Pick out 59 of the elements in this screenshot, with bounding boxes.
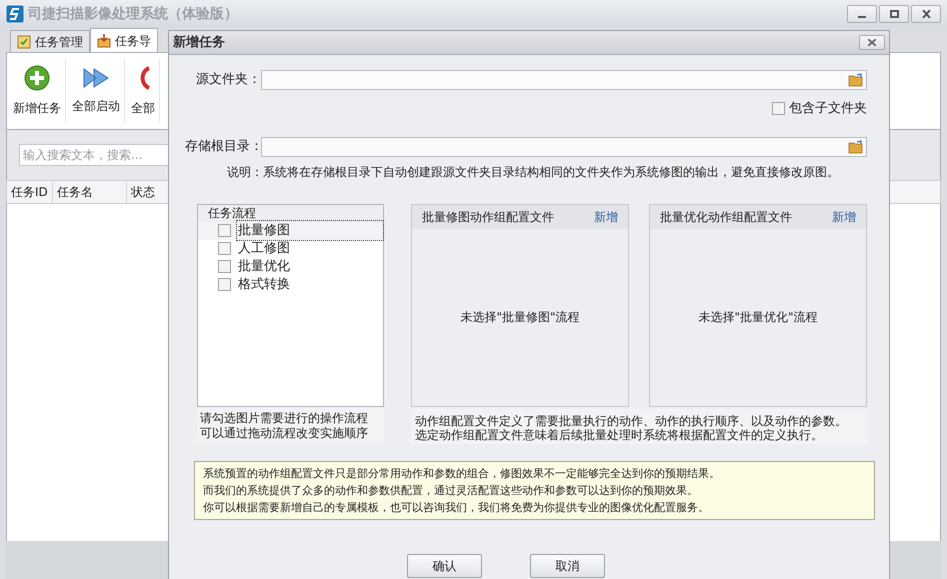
close-icon (868, 39, 876, 46)
workflow-item[interactable]: 人工修图 (198, 240, 383, 258)
hint-text: 请勾选图片需要进行的操作流程 (200, 410, 369, 426)
inbox-icon (97, 33, 111, 48)
window-title: 司捷扫描影像处理系统（体验版） (28, 4, 238, 24)
toolbar-button[interactable]: 全部启动 (68, 59, 125, 123)
workflow-item[interactable]: 格式转换 (198, 276, 383, 294)
checkbox[interactable] (218, 242, 231, 255)
workflow-label: 批量修图 (237, 220, 383, 240)
folder-icon[interactable] (848, 73, 864, 87)
tip-text: 你可以根据需要新增自己的专属模板，也可以咨询我们，我们将免费为你提供专业的图像优化配置服务。 (203, 500, 710, 516)
panel-title: 任务流程 (198, 204, 383, 222)
hint-text: 动作组配置文件定义了需要批量执行的动作、动作的执行顺序、以及动作的参数。 (415, 414, 848, 428)
panel-title: 批量修图动作组配置文件 (422, 208, 554, 226)
empty-message: 未选择"批量优化"流程 (698, 309, 818, 326)
hint-text: 可以通过拖动流程改变实施顺序 (200, 426, 369, 440)
minimize-button[interactable] (847, 5, 877, 23)
checkbox[interactable] (218, 260, 231, 273)
hint-text: 选定动作组配置文件意味着后续批量处理时系统将根据配置文件的定义执行。 (415, 428, 824, 442)
column-header[interactable]: 任务ID (7, 181, 53, 203)
maximize-icon (890, 10, 898, 18)
tip-text: 系统预置的动作组配置文件只是部分常用动作和参数的组合，修图效果不一定能够完全达到你的预期结果。 (203, 466, 721, 482)
plus-icon (24, 65, 50, 91)
clipboard-icon (17, 34, 31, 49)
field-label: 存储根目录： (185, 138, 261, 156)
workflow-item[interactable]: 批量优化 (198, 258, 383, 276)
workflow-label: 格式转换 (237, 276, 291, 294)
toolbar-button[interactable]: 新增任务 (9, 59, 66, 123)
field-label: 源文件夹： (195, 71, 261, 90)
close-button[interactable] (911, 5, 941, 23)
workflow-item[interactable]: 批量修图 (198, 222, 383, 240)
search-field[interactable]: 输入搜索文本，搜索... (19, 144, 169, 166)
close-button[interactable] (859, 35, 885, 50)
column-header[interactable]: 任务名 (53, 181, 127, 203)
dialog-button[interactable]: 确认 (407, 554, 482, 578)
checkbox-label: 包含子文件夹 (789, 100, 867, 118)
checkbox[interactable] (218, 278, 231, 291)
dialog-button[interactable]: 取消 (530, 554, 605, 578)
tip-text: 而我们的系统提供了众多的动作和参数供配置，通过灵活配置这些动作和参数可以达到你的预期效果。 (203, 482, 699, 498)
tab[interactable]: 任务管理 (10, 30, 90, 52)
storage-root-field[interactable] (261, 136, 867, 156)
dialog-title: 新增任务 (173, 34, 225, 52)
close-icon (922, 10, 930, 18)
add-link[interactable]: 新增 (832, 208, 856, 226)
note-text: 说明：系统将在存储根目录下自动创建跟源文件夹目录结构相同的文件夹作为系统修图的输出，避免直接修改原图。 (226, 164, 840, 180)
tab[interactable]: 任务导 (90, 28, 158, 52)
maximize-button[interactable] (879, 5, 909, 23)
add-link[interactable]: 新增 (594, 208, 618, 226)
checkbox[interactable] (772, 102, 785, 116)
folder-icon[interactable] (848, 140, 864, 154)
checkbox[interactable] (218, 224, 231, 237)
empty-message: 未选择"批量修图"流程 (460, 309, 580, 326)
workflow-label: 批量优化 (237, 258, 291, 276)
double-arrow-icon (82, 67, 110, 89)
panel-title: 批量优化动作组配置文件 (660, 208, 792, 226)
app-logo-icon (6, 5, 24, 23)
toolbar-button[interactable]: 全部 (127, 59, 160, 123)
workflow-label: 人工修图 (237, 240, 291, 258)
source-folder-field[interactable] (261, 70, 867, 90)
